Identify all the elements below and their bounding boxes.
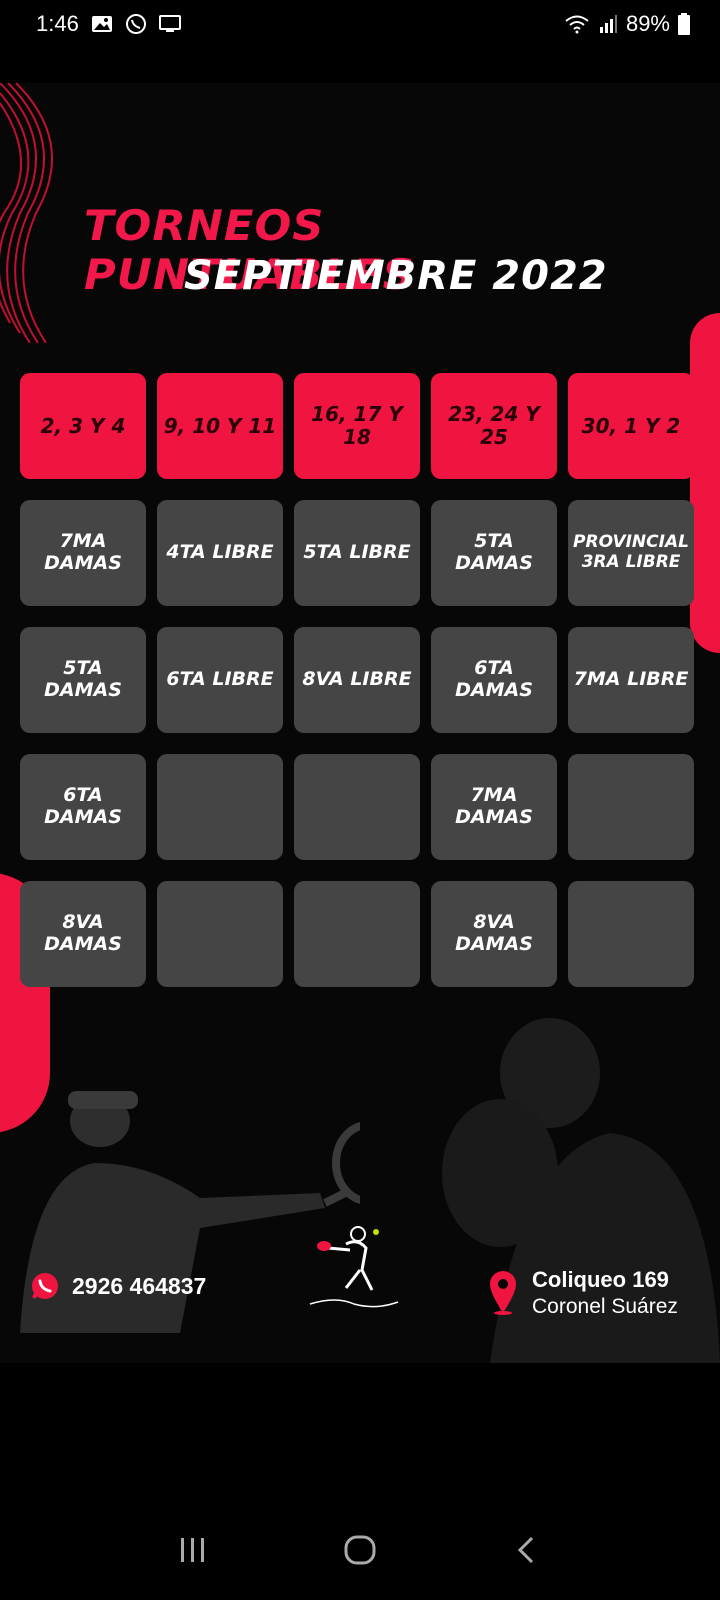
home-button[interactable] [330, 1520, 390, 1580]
category-cell: 5TA LIBRE [294, 500, 420, 606]
poster-subtitle: SEPTIEMBRE 2022 [184, 253, 608, 299]
category-cell: 8VA LIBRE [294, 627, 420, 733]
address-city: Coronel Suárez [532, 1295, 678, 1318]
empty-cell [568, 754, 694, 860]
back-icon [517, 1536, 533, 1564]
whatsapp-icon [32, 1273, 58, 1299]
date-cell: 30, 1 Y 2 [568, 373, 694, 479]
recent-apps-icon [181, 1538, 205, 1562]
empty-cell [568, 881, 694, 987]
signal-icon [599, 15, 617, 33]
club-logo [309, 1226, 399, 1308]
category-cell: 7MA LIBRE [568, 627, 694, 733]
date-cell: 2, 3 Y 4 [20, 373, 146, 479]
battery-icon [678, 13, 690, 35]
tournament-grid: 2, 3 Y 4 9, 10 Y 11 16, 17 Y 18 23, 24 Y… [20, 373, 702, 987]
date-cell: 9, 10 Y 11 [157, 373, 283, 479]
status-bar: 1:46 89% [0, 0, 720, 48]
category-cell: 4TA LIBRE [157, 500, 283, 606]
category-cell: 5TA DAMAS [20, 627, 146, 733]
wifi-icon [565, 15, 589, 34]
cast-icon [158, 15, 181, 32]
category-cell: 8VA DAMAS [20, 881, 146, 987]
battery-percent: 89% [625, 11, 670, 36]
decorative-wave-lines [0, 83, 53, 343]
navigation-bar [0, 1500, 720, 1600]
category-cell: PROVINCIAL 3RA LIBRE [568, 500, 694, 606]
address-street: Coliqueo 169 [532, 1267, 669, 1292]
home-icon [344, 1535, 376, 1565]
status-time: 1:46 [36, 11, 79, 36]
phone-number: 2926 464837 [72, 1272, 207, 1299]
empty-cell [157, 881, 283, 987]
category-cell: 5TA DAMAS [431, 500, 557, 606]
date-cell: 23, 24 Y 25 [431, 373, 557, 479]
recent-apps-button[interactable] [163, 1520, 223, 1580]
phone-contact: 2926 464837 [30, 1271, 206, 1301]
category-cell: 6TA LIBRE [157, 627, 283, 733]
empty-cell [294, 881, 420, 987]
whatsapp-icon [125, 14, 146, 34]
category-cell: 6TA DAMAS [20, 754, 146, 860]
category-cell: 6TA DAMAS [431, 627, 557, 733]
date-cell: 16, 17 Y 18 [294, 373, 420, 479]
tournament-poster: TORNEOS PUNTUABLES SEPTIEMBRE 2022 2, 3 … [0, 83, 720, 1363]
empty-cell [294, 754, 420, 860]
category-cell: 7MA DAMAS [431, 754, 557, 860]
back-button[interactable] [497, 1520, 557, 1580]
empty-cell [157, 754, 283, 860]
category-cell: 7MA DAMAS [20, 500, 146, 606]
location-pin-icon [490, 1271, 516, 1315]
category-cell: 8VA DAMAS [431, 881, 557, 987]
gallery-icon [91, 16, 112, 32]
location-contact: Coliqueo 169 Coronel Suárez [488, 1267, 678, 1319]
